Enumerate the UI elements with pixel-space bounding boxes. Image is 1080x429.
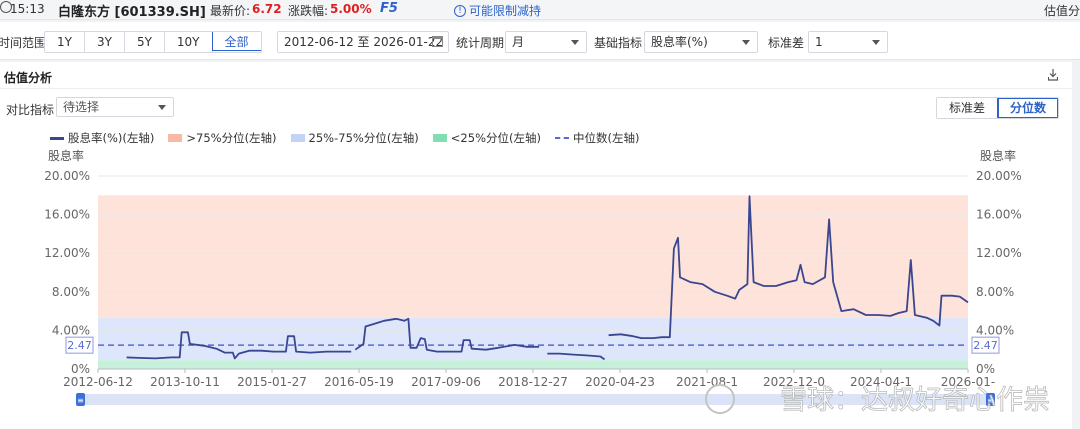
slider-grip-left: ≡ bbox=[77, 396, 84, 405]
x-tick-label: 2012-06-12 bbox=[63, 375, 133, 389]
x-tick-label: 2017-09-06 bbox=[411, 375, 481, 389]
x-tick-label: 2013-10-11 bbox=[150, 375, 220, 389]
y-tick-label-left: 16.00% bbox=[44, 208, 90, 222]
watermark-text: 雪球：达叔好奇心作祟 bbox=[780, 385, 1050, 416]
y-tick-label-left: 8.00% bbox=[52, 285, 90, 299]
y-tick-label-right: 20.00% bbox=[976, 169, 1022, 183]
left-axis-title: 股息率 bbox=[48, 148, 84, 163]
y-tick-label-right: 12.00% bbox=[976, 246, 1022, 260]
x-tick-label: 2020-04-23 bbox=[585, 375, 655, 389]
median-label-left: 2.47 bbox=[67, 339, 92, 352]
y-tick-label-left: 4.00% bbox=[52, 323, 90, 337]
x-tick-label: 2015-01-27 bbox=[237, 375, 307, 389]
x-tick-label: 2016-05-19 bbox=[324, 375, 394, 389]
right-axis-title: 股息率 bbox=[980, 148, 1016, 163]
band-25-75 bbox=[98, 317, 968, 361]
y-tick-label-left: 12.00% bbox=[44, 246, 90, 260]
y-tick-label-right: 16.00% bbox=[976, 208, 1022, 222]
y-tick-label-left: 20.00% bbox=[44, 169, 90, 183]
y-tick-label-left: 0% bbox=[71, 362, 90, 376]
band-below-25 bbox=[98, 360, 968, 369]
dividend-yield-chart: 0% 0% 4.00% 4.00% 8.00% 8.00% 12.00% 12.00% 16.0… bbox=[44, 148, 1050, 416]
median-label-right: 2.47 bbox=[973, 339, 998, 352]
y-tick-label-right: 8.00% bbox=[976, 285, 1014, 299]
y-tick-label-right: 0% bbox=[976, 362, 995, 376]
y-tick-label-right: 4.00% bbox=[976, 323, 1014, 337]
x-tick-label: 2018-12-27 bbox=[498, 375, 568, 389]
